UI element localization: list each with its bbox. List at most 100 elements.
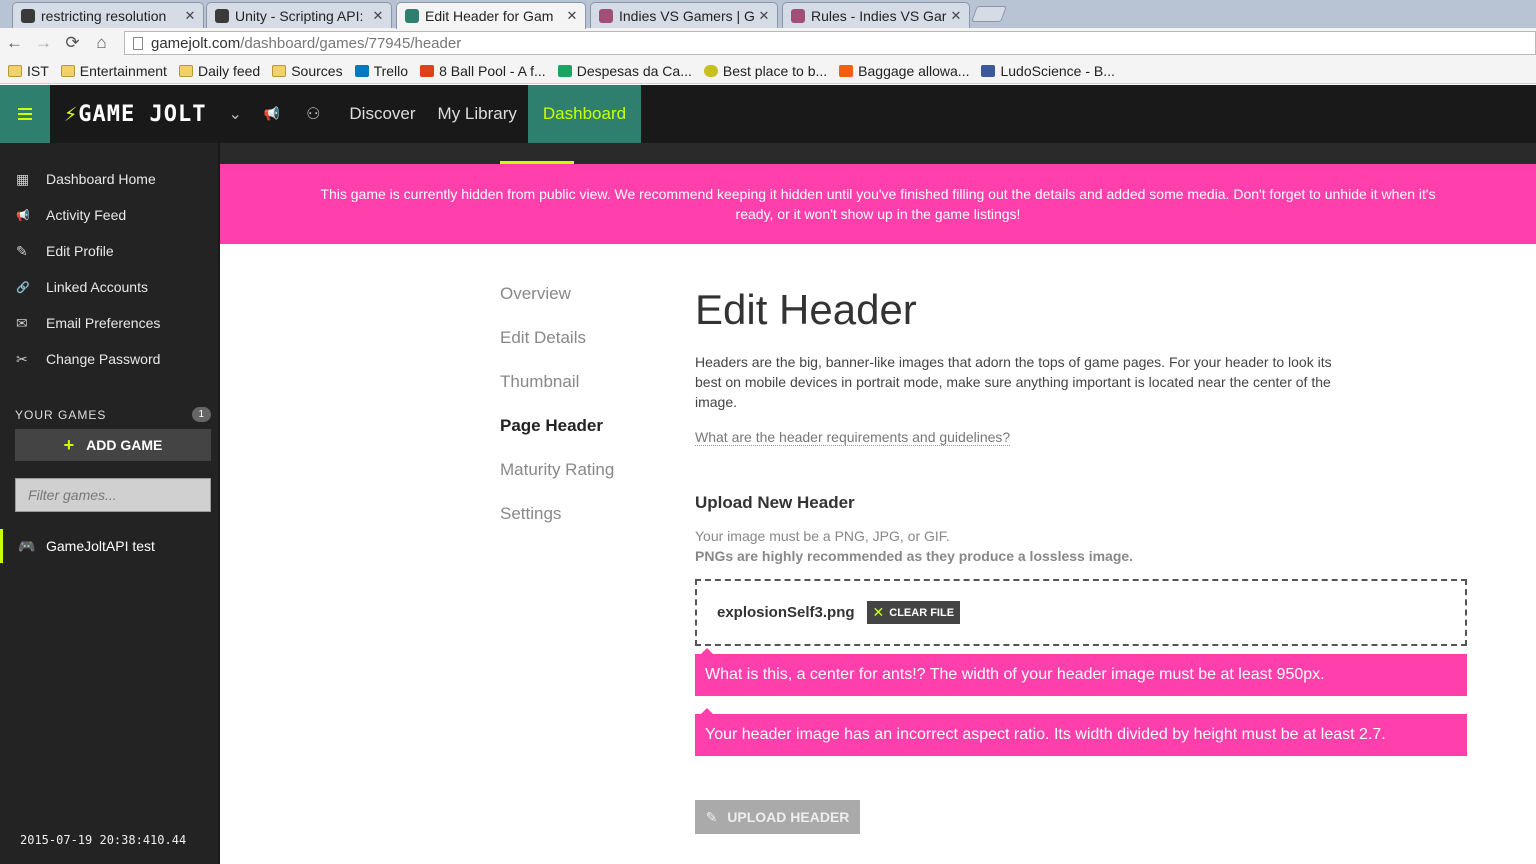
hierarchy-icon[interactable]: ⚇ bbox=[306, 104, 320, 124]
close-tab-icon[interactable]: ✕ bbox=[183, 8, 197, 24]
url-path: /dashboard/games/77945/header bbox=[240, 34, 462, 52]
browser-tab[interactable]: restricting resolution ✕ bbox=[12, 2, 204, 28]
new-tab-button[interactable] bbox=[971, 6, 1007, 22]
filter-games-input[interactable]: Filter games... bbox=[15, 478, 211, 512]
gamepad-icon: 🎮 bbox=[18, 537, 36, 554]
nav-dashboard[interactable]: Dashboard bbox=[527, 85, 642, 143]
page-icon bbox=[133, 36, 143, 50]
sidebar-item-label: Edit Profile bbox=[46, 243, 114, 259]
add-game-label: ADD GAME bbox=[86, 437, 163, 453]
hidden-game-banner: This game is currently hidden from publi… bbox=[220, 164, 1536, 244]
home-icon[interactable]: ⌂ bbox=[87, 33, 116, 53]
subnav-overview[interactable]: Overview bbox=[500, 284, 680, 328]
nav-my-library[interactable]: My Library bbox=[427, 85, 528, 143]
browser-tab-title: restricting resolution bbox=[41, 7, 167, 24]
browser-toolbar: ← → ⟳ ⌂ gamejolt.com/dashboard/games/779… bbox=[0, 28, 1536, 58]
browser-tab-active[interactable]: Edit Header for Gam ✕ bbox=[396, 2, 586, 29]
megaphone-icon[interactable]: 📢 bbox=[264, 106, 280, 122]
trello-icon bbox=[354, 64, 369, 77]
format-line-2: PNGs are highly recommended as they prod… bbox=[695, 548, 1134, 564]
bookmark-link[interactable]: Despesas da Ca... bbox=[557, 62, 692, 79]
plus-icon: + bbox=[63, 434, 75, 455]
subnav-edit-details[interactable]: Edit Details bbox=[500, 328, 680, 372]
bookmark-folder[interactable]: Daily feed bbox=[178, 63, 260, 79]
browser-tab-title: Unity - Scripting API: bbox=[235, 7, 364, 24]
your-games-label: YOUR GAMES bbox=[15, 407, 107, 422]
bookmark-folder[interactable]: IST bbox=[8, 63, 49, 79]
bookmark-label: Sources bbox=[291, 62, 343, 79]
clear-file-button[interactable]: ✕ CLEAR FILE bbox=[866, 601, 961, 624]
sidebar-item-change-password[interactable]: ✂ Change Password bbox=[0, 341, 218, 377]
bookmark-link[interactable]: Best place to b... bbox=[703, 62, 828, 79]
file-dropzone[interactable]: explosionSelf3.png ✕ CLEAR FILE bbox=[695, 579, 1467, 646]
sidebar-item-activity-feed[interactable]: 📢 Activity Feed bbox=[0, 197, 218, 233]
close-tab-icon[interactable]: ✕ bbox=[371, 8, 385, 24]
close-icon: ✕ bbox=[872, 604, 885, 620]
close-tab-icon[interactable]: ✕ bbox=[757, 8, 771, 24]
site-favicon-icon bbox=[791, 8, 805, 23]
bookmark-link[interactable]: Trello bbox=[354, 63, 408, 79]
bookmark-link[interactable]: LudoScience - B... bbox=[981, 63, 1115, 79]
bookmark-label: Best place to b... bbox=[722, 62, 828, 79]
reload-icon[interactable]: ⟳ bbox=[58, 33, 87, 53]
gamejolt-logo[interactable]: ⚡GAME JOLT bbox=[64, 102, 206, 127]
bookmark-label: 8 Ball Pool - A f... bbox=[439, 62, 546, 79]
subnav-page-header[interactable]: Page Header bbox=[500, 416, 680, 460]
page-title: Edit Header bbox=[695, 286, 917, 333]
bookmark-folder[interactable]: Entertainment bbox=[60, 62, 167, 79]
sidebar-item-edit-profile[interactable]: ✎ Edit Profile bbox=[0, 233, 218, 269]
format-line-1: Your image must be a PNG, JPG, or GIF. bbox=[695, 528, 950, 544]
browser-tab-title: Edit Header for Gam bbox=[425, 8, 554, 24]
bookmark-link[interactable]: Baggage allowa... bbox=[839, 63, 969, 79]
site-top-nav: ⚡GAME JOLT ⌄ 📢 ⚇ Discover My Library Das… bbox=[0, 85, 1536, 143]
hamburger-menu-icon[interactable] bbox=[0, 85, 50, 143]
subnav-maturity-rating[interactable]: Maturity Rating bbox=[500, 460, 680, 504]
browser-tab[interactable]: Indies VS Gamers | G ✕ bbox=[590, 2, 778, 28]
sidebar-item-label: Change Password bbox=[46, 351, 161, 367]
sidebar-item-linked-accounts[interactable]: 🔗 Linked Accounts bbox=[0, 269, 218, 305]
close-tab-icon[interactable]: ✕ bbox=[949, 8, 963, 24]
upload-header-button[interactable]: ✎ UPLOAD HEADER bbox=[695, 800, 860, 834]
chevron-down-icon[interactable]: ⌄ bbox=[228, 104, 241, 124]
folder-icon bbox=[60, 64, 75, 77]
sidebar-item-dashboard-home[interactable]: ▦ Dashboard Home bbox=[0, 161, 218, 197]
address-bar[interactable]: gamejolt.com/dashboard/games/77945/heade… bbox=[124, 31, 1536, 55]
requirements-link[interactable]: What are the header requirements and gui… bbox=[695, 429, 1011, 446]
bookmarks-bar: IST Entertainment Daily feed Sources Tre… bbox=[0, 58, 1536, 84]
sidebar-item-label: Linked Accounts bbox=[46, 279, 148, 295]
folder-icon bbox=[8, 64, 22, 77]
sidebar-item-label: Activity Feed bbox=[46, 207, 127, 223]
browser-tab[interactable]: Unity - Scripting API: ✕ bbox=[206, 2, 392, 28]
gamejolt-favicon-icon bbox=[405, 9, 419, 23]
envelope-icon: ✉ bbox=[16, 314, 28, 331]
sidebar-game-item[interactable]: 🎮 GameJoltAPI test bbox=[0, 529, 218, 563]
sidebar-item-email-preferences[interactable]: ✉ Email Preferences bbox=[0, 305, 218, 341]
forward-icon[interactable]: → bbox=[29, 33, 58, 53]
subnav-thumbnail[interactable]: Thumbnail bbox=[500, 372, 680, 416]
upload-header-label: UPLOAD HEADER bbox=[727, 809, 850, 825]
page-description: Headers are the big, banner-like images … bbox=[695, 354, 1332, 410]
bookmark-link[interactable]: 8 Ball Pool - A f... bbox=[420, 63, 546, 79]
bolt-icon: ⚡ bbox=[64, 101, 79, 127]
smiley-icon bbox=[703, 64, 718, 77]
bookmark-label: Entertainment bbox=[79, 62, 167, 79]
folder-icon bbox=[178, 64, 193, 77]
subnav-settings[interactable]: Settings bbox=[500, 504, 680, 548]
close-tab-icon[interactable]: ✕ bbox=[565, 8, 579, 24]
site-icon bbox=[839, 64, 854, 77]
browser-tab-strip: restricting resolution ✕ Unity - Scripti… bbox=[0, 0, 1536, 29]
bookmark-label: Despesas da Ca... bbox=[576, 62, 692, 79]
game-title: GameJoltAPI test bbox=[46, 538, 155, 554]
dashboard-icon: ▦ bbox=[16, 170, 30, 187]
facebook-icon bbox=[981, 64, 996, 77]
bookmark-folder[interactable]: Sources bbox=[272, 62, 343, 79]
nav-discover[interactable]: Discover bbox=[338, 85, 426, 143]
back-icon[interactable]: ← bbox=[0, 33, 29, 53]
sidebar-item-label: Dashboard Home bbox=[46, 171, 156, 187]
add-game-button[interactable]: + ADD GAME bbox=[15, 429, 211, 461]
selected-file-name: explosionSelf3.png bbox=[717, 604, 855, 621]
logo-text: GAME JOLT bbox=[78, 101, 207, 127]
browser-tab[interactable]: Rules - Indies VS Gar ✕ bbox=[782, 2, 970, 28]
timestamp-overlay: 2015-07-19 20:38:410.44 bbox=[20, 833, 187, 847]
header-strip bbox=[220, 143, 1536, 164]
